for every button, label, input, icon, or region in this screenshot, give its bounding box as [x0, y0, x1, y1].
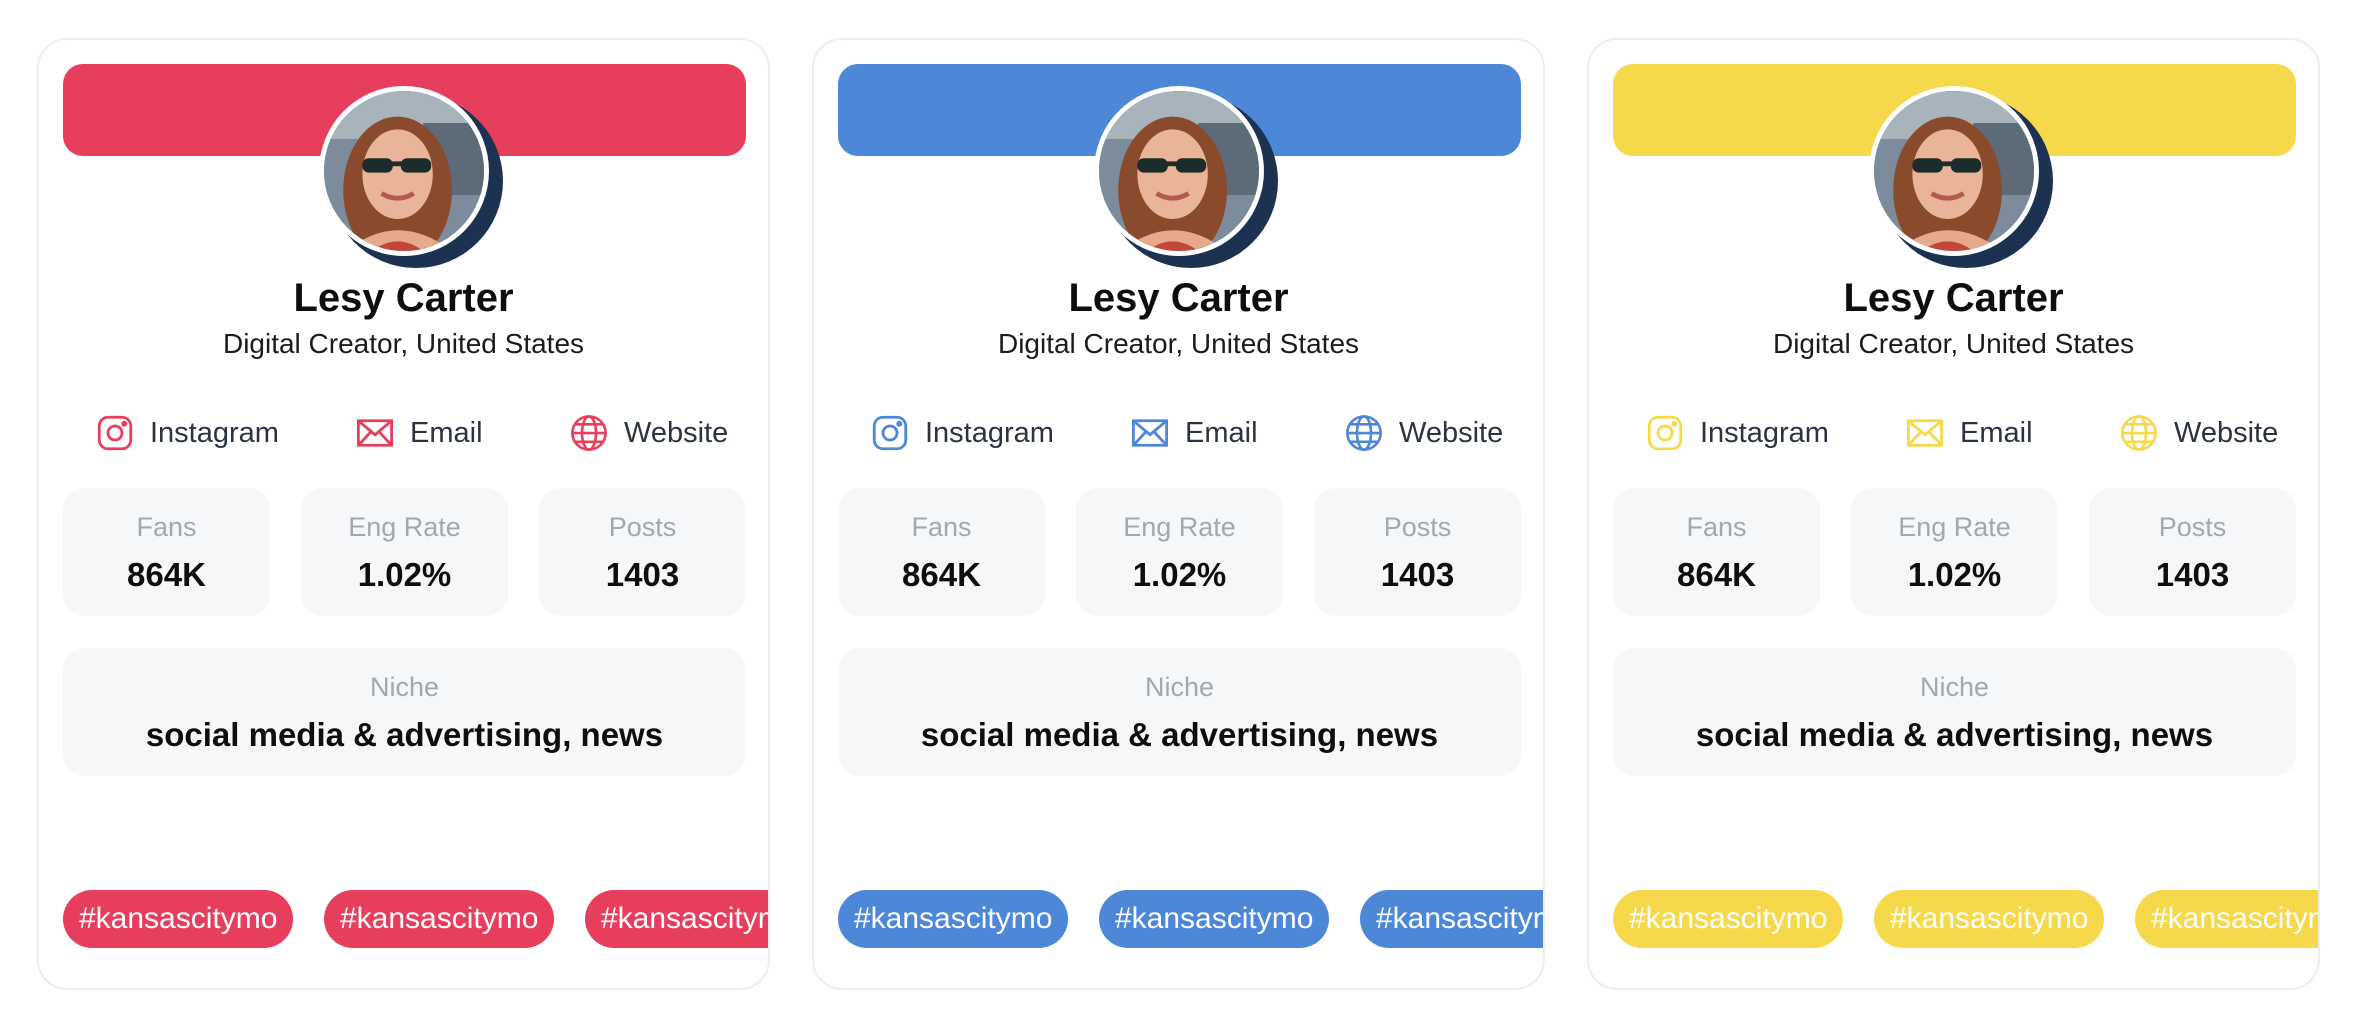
website-link[interactable]: Website: [1343, 400, 1503, 466]
niche-value: social media & advertising, news: [1695, 716, 2214, 753]
instagram-link-label: Instagram: [150, 416, 279, 449]
instagram-icon: [869, 412, 911, 454]
website-link[interactable]: Website: [2118, 400, 2278, 466]
avatar-photo: [1869, 86, 2039, 256]
hashtag-chip[interactable]: #kansascitymo: [1874, 890, 2105, 948]
email-link[interactable]: Email: [354, 400, 483, 466]
influencer-cards: Lesy Carter Digital Creator, United Stat…: [0, 0, 2362, 1030]
profile-card: Lesy Carter Digital Creator, United Stat…: [37, 38, 770, 990]
niche-value: social media & advertising, news: [145, 716, 664, 753]
stat-value: 1403: [2155, 556, 2230, 593]
email-icon: [354, 412, 396, 454]
hashtag-list: #kansascitymo #kansascitymo #kansascitym…: [63, 890, 768, 948]
stat-value: 1.02%: [357, 556, 452, 593]
avatar: [1094, 86, 1278, 268]
email-link[interactable]: Email: [1904, 400, 2033, 466]
stat-value: 1.02%: [1132, 556, 1227, 593]
stat-label: Fans: [1686, 512, 1747, 542]
profile-subtitle: Digital Creator, United States: [1772, 328, 2135, 359]
website-link-label: Website: [2174, 416, 2279, 449]
avatar-photo: [1094, 86, 1264, 256]
globe-icon: [2118, 412, 2160, 454]
stat-label: Posts: [2158, 512, 2227, 542]
email-icon: [1129, 412, 1171, 454]
profile-links: Instagram Email Website: [838, 400, 1521, 466]
niche-label: Niche: [369, 672, 440, 702]
hashtag-chip[interactable]: #kansascitymo: [1099, 890, 1330, 948]
stat-eng-rate: Eng Rate 1.02%: [1076, 488, 1283, 616]
hashtag-list: #kansascitymo #kansascitymo #kansascitym…: [1613, 890, 2318, 948]
stat-value: 864K: [1677, 556, 1756, 593]
profile-card: Lesy Carter Digital Creator, United Stat…: [1587, 38, 2320, 990]
avatar: [1869, 86, 2053, 268]
email-link-label: Email: [1960, 416, 2033, 449]
hashtag-chip[interactable]: #kansascitymo: [63, 890, 294, 948]
stat-label: Posts: [1383, 512, 1452, 542]
hashtag-chip[interactable]: #kansascitymo: [1360, 890, 1543, 948]
instagram-link[interactable]: Instagram: [869, 400, 1054, 466]
avatar-photo: [319, 86, 489, 256]
stat-value: 864K: [127, 556, 206, 593]
globe-icon: [568, 412, 610, 454]
niche-box: Niche social media & advertising, news: [1613, 648, 2296, 776]
hashtag-chip[interactable]: #kansascitymo: [2135, 890, 2318, 948]
profile-name: Lesy Carter: [1843, 276, 2064, 320]
profile-name: Lesy Carter: [1068, 276, 1289, 320]
stat-value: 1.02%: [1907, 556, 2002, 593]
niche-label: Niche: [1144, 672, 1215, 702]
stat-label: Eng Rate: [348, 512, 461, 542]
hashtag-chip[interactable]: #kansascitymo: [1613, 890, 1844, 948]
stat-label: Fans: [136, 512, 197, 542]
hashtag-list: #kansascitymo #kansascitymo #kansascitym…: [838, 890, 1543, 948]
instagram-link-label: Instagram: [1700, 416, 1829, 449]
stat-value: 1403: [605, 556, 680, 593]
profile-subtitle: Digital Creator, United States: [222, 328, 585, 359]
hashtag-chip[interactable]: #kansascitymo: [324, 890, 555, 948]
email-link-label: Email: [410, 416, 483, 449]
stat-fans: Fans 864K: [63, 488, 270, 616]
instagram-link[interactable]: Instagram: [94, 400, 279, 466]
stat-fans: Fans 864K: [1613, 488, 1820, 616]
stat-posts: Posts 1403: [1314, 488, 1521, 616]
profile-photo: [324, 91, 484, 251]
profile-subtitle: Digital Creator, United States: [997, 328, 1360, 359]
globe-icon: [1343, 412, 1385, 454]
website-link[interactable]: Website: [568, 400, 728, 466]
hashtag-chip[interactable]: #kansascitymo: [838, 890, 1069, 948]
instagram-icon: [94, 412, 136, 454]
avatar: [319, 86, 503, 268]
instagram-icon: [1644, 412, 1686, 454]
niche-label: Niche: [1919, 672, 1990, 702]
stat-value: 1403: [1380, 556, 1455, 593]
website-link-label: Website: [624, 416, 729, 449]
profile-card: Lesy Carter Digital Creator, United Stat…: [812, 38, 1545, 990]
instagram-link-label: Instagram: [925, 416, 1054, 449]
stat-eng-rate: Eng Rate 1.02%: [1851, 488, 2058, 616]
niche-box: Niche social media & advertising, news: [838, 648, 1521, 776]
stat-label: Eng Rate: [1123, 512, 1236, 542]
website-link-label: Website: [1399, 416, 1504, 449]
stat-label: Posts: [608, 512, 677, 542]
stat-label: Fans: [911, 512, 972, 542]
hashtag-chip[interactable]: #kansascitymo: [585, 890, 768, 948]
niche-value: social media & advertising, news: [920, 716, 1439, 753]
profile-links: Instagram Email Website: [63, 400, 746, 466]
stat-posts: Posts 1403: [539, 488, 746, 616]
email-link-label: Email: [1185, 416, 1258, 449]
stat-value: 864K: [902, 556, 981, 593]
profile-photo: [1874, 91, 2034, 251]
stat-eng-rate: Eng Rate 1.02%: [301, 488, 508, 616]
profile-name: Lesy Carter: [293, 276, 514, 320]
stat-posts: Posts 1403: [2089, 488, 2296, 616]
stat-fans: Fans 864K: [838, 488, 1045, 616]
profile-links: Instagram Email Website: [1613, 400, 2296, 466]
stat-label: Eng Rate: [1898, 512, 2011, 542]
email-icon: [1904, 412, 1946, 454]
profile-photo: [1099, 91, 1259, 251]
niche-box: Niche social media & advertising, news: [63, 648, 746, 776]
instagram-link[interactable]: Instagram: [1644, 400, 1829, 466]
email-link[interactable]: Email: [1129, 400, 1258, 466]
